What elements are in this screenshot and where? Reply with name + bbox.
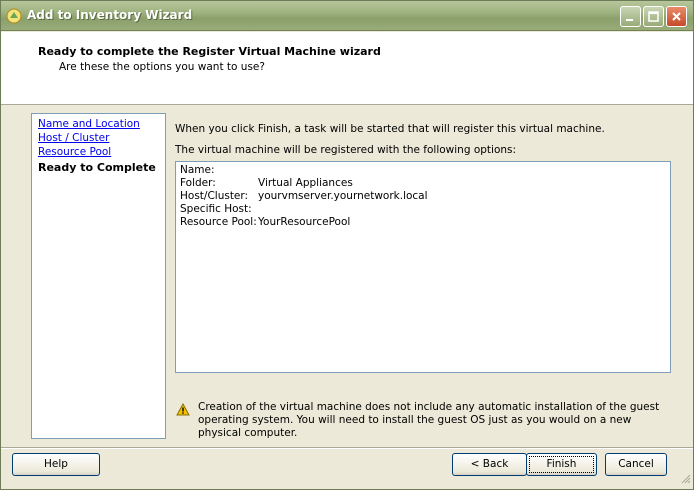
minimize-icon[interactable] bbox=[620, 6, 641, 27]
footer-divider bbox=[1, 447, 693, 449]
finish-button[interactable]: Finish bbox=[526, 453, 597, 476]
help-button[interactable]: Help bbox=[12, 453, 100, 476]
wizard-window: Add to Inventory Wizard Ready to complet… bbox=[0, 0, 694, 490]
option-key: Specific Host: bbox=[180, 203, 252, 215]
wizard-content: When you click Finish, a task will be st… bbox=[166, 113, 676, 439]
close-icon[interactable] bbox=[666, 6, 687, 27]
option-key: Resource Pool: bbox=[180, 216, 257, 228]
option-key: Folder: bbox=[180, 177, 216, 189]
vm-inventory-icon bbox=[6, 8, 22, 24]
nav-current-step: Ready to Complete bbox=[38, 161, 156, 174]
back-button[interactable]: < Back bbox=[452, 453, 527, 476]
wizard-steps-panel: Name and Location Host / Cluster Resourc… bbox=[31, 113, 166, 439]
option-row-resource-pool: Resource Pool:YourResourcePool bbox=[180, 216, 350, 228]
option-row-host-cluster: Host/Cluster: yourvmserver.yournetwork.lo… bbox=[180, 190, 428, 202]
resize-grip-icon[interactable] bbox=[679, 472, 691, 487]
option-value: YourResourcePool bbox=[258, 216, 351, 228]
options-label: The virtual machine will be registered w… bbox=[175, 144, 517, 156]
nav-link-host-cluster[interactable]: Host / Cluster bbox=[38, 132, 109, 144]
option-value: yourvmserver.yournetwork.local bbox=[258, 190, 428, 202]
option-row-name: Name: bbox=[180, 164, 258, 176]
page-title: Ready to complete the Register Virtual M… bbox=[38, 45, 381, 58]
option-value: Virtual Appliances bbox=[258, 177, 353, 189]
title-bar[interactable]: Add to Inventory Wizard bbox=[1, 1, 693, 31]
window-title: Add to Inventory Wizard bbox=[27, 8, 193, 22]
option-key: Name: bbox=[180, 164, 215, 176]
nav-link-name-and-location[interactable]: Name and Location bbox=[38, 118, 140, 130]
page-subtitle: Are these the options you want to use? bbox=[59, 61, 265, 73]
nav-link-resource-pool[interactable]: Resource Pool bbox=[38, 146, 111, 158]
option-key: Host/Cluster: bbox=[180, 190, 249, 202]
maximize-icon[interactable] bbox=[643, 6, 664, 27]
warning-icon bbox=[176, 402, 190, 419]
option-row-folder: Folder: Virtual Appliances bbox=[180, 177, 353, 189]
wizard-header: Ready to complete the Register Virtual M… bbox=[1, 32, 693, 105]
cancel-button[interactable]: Cancel bbox=[605, 453, 667, 476]
option-row-specific-host: Specific Host: bbox=[180, 203, 258, 215]
options-summary-box[interactable]: Name: Folder: Virtual Appliances Host/Clu… bbox=[175, 161, 671, 373]
intro-text: When you click Finish, a task will be st… bbox=[175, 123, 605, 135]
warning-message: Creation of the virtual machine does not… bbox=[198, 401, 660, 439]
